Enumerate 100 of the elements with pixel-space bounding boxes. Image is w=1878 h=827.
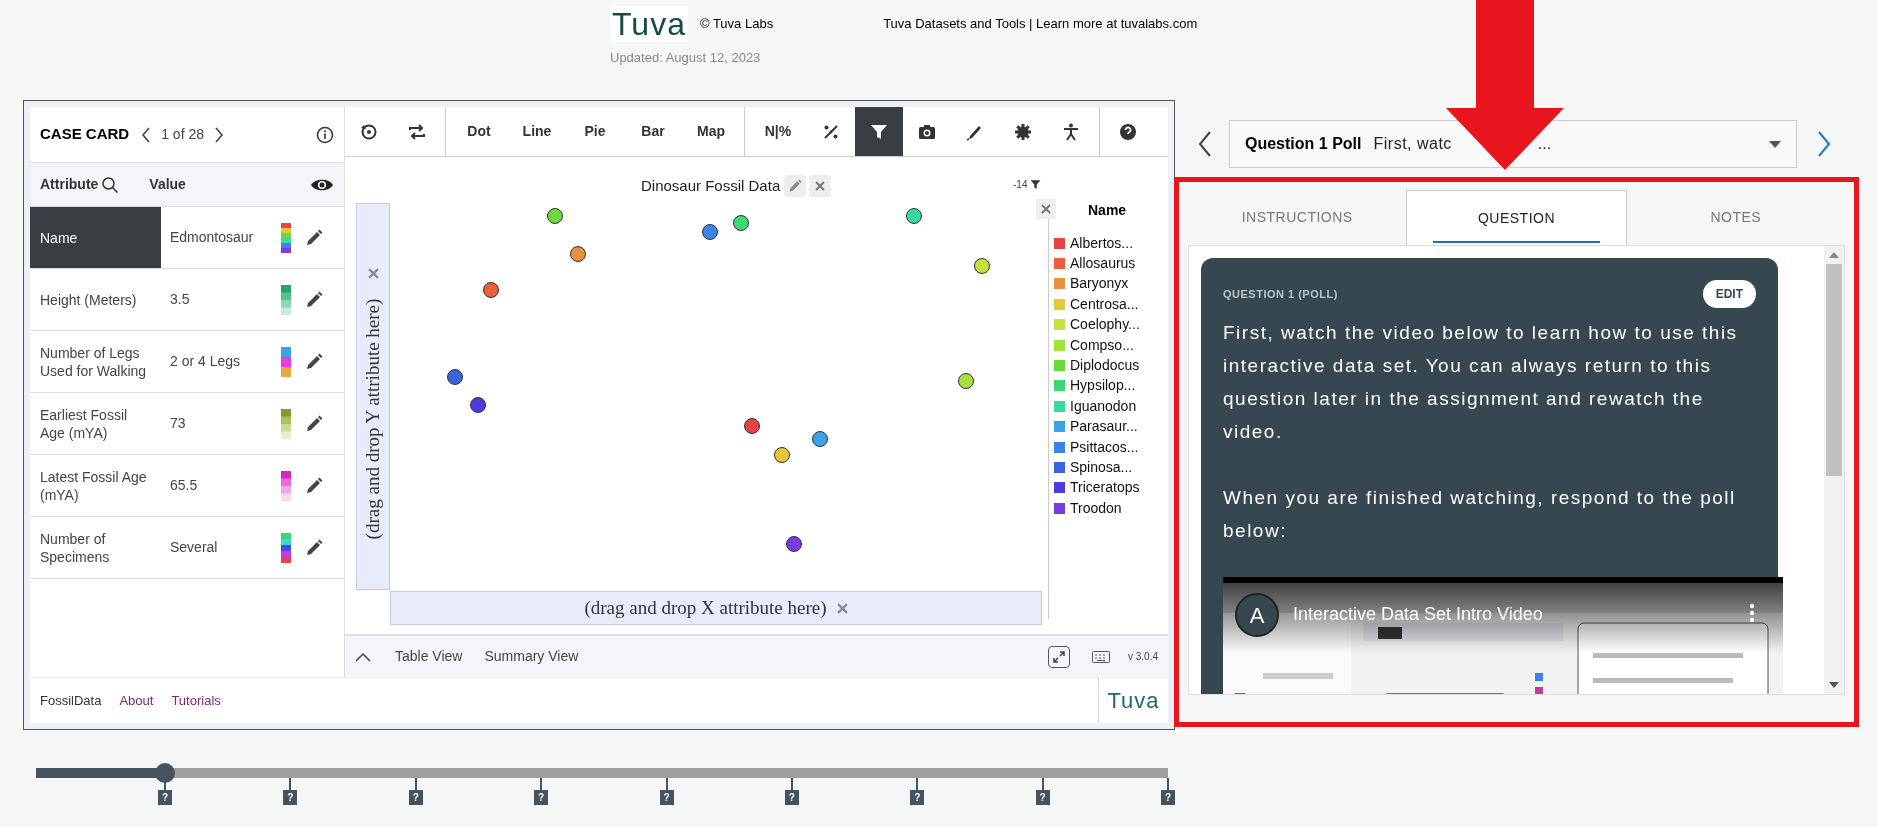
question-heading: QUESTION 1 (POLL) bbox=[1223, 286, 1338, 302]
view-tab[interactable]: Summary View bbox=[484, 646, 579, 667]
case-card-title: CASE CARD bbox=[40, 124, 130, 145]
legend-label[interactable]: Troodon bbox=[1070, 497, 1122, 519]
header-links-text[interactable]: Tuva Datasets and Tools | Learn more at tuvalabs.com bbox=[883, 14, 1198, 34]
question-marker[interactable]: ? bbox=[784, 790, 799, 805]
filter-button[interactable] bbox=[855, 107, 903, 156]
y-drop-zone[interactable]: (drag and drop Y attribute here) bbox=[356, 203, 390, 590]
panel-tab[interactable]: QUESTION bbox=[1406, 190, 1627, 245]
close-button[interactable] bbox=[1036, 199, 1056, 219]
question-marker[interactable]: ? bbox=[910, 790, 925, 805]
pencil-icon[interactable] bbox=[305, 538, 323, 557]
question-marker[interactable]: ? bbox=[534, 790, 549, 805]
question-marker[interactable]: ? bbox=[283, 790, 298, 805]
attribute-cell[interactable]: Latest Fossil Age (mYA) bbox=[30, 455, 161, 516]
question-summary: First, watc bbox=[1373, 134, 1452, 154]
legend-label[interactable]: Albertos... bbox=[1070, 232, 1134, 254]
filter-icon[interactable] bbox=[1030, 179, 1042, 190]
more-icon[interactable] bbox=[1749, 603, 1755, 623]
close-button[interactable] bbox=[809, 175, 832, 198]
chevron-left-icon[interactable] bbox=[141, 126, 152, 143]
updated-date: Updated: August 12, 2023 bbox=[610, 49, 761, 67]
legend-label[interactable]: Coelophy... bbox=[1070, 314, 1140, 336]
close-icon[interactable] bbox=[368, 268, 379, 279]
question-marker[interactable]: ? bbox=[158, 790, 173, 805]
close-icon[interactable] bbox=[836, 602, 848, 614]
copyright-text: © Tuva Labs bbox=[699, 15, 774, 34]
legend-label[interactable]: Parasaur... bbox=[1070, 416, 1138, 438]
expand-button[interactable] bbox=[1047, 645, 1070, 668]
legend-label[interactable]: Allosaurus bbox=[1070, 253, 1136, 275]
color-scale-icon bbox=[281, 222, 291, 253]
question-dropdown[interactable]: Question 1 Poll First, watc ... bbox=[1229, 120, 1797, 168]
legend-label[interactable]: Iguanodon bbox=[1070, 395, 1137, 417]
legend-label[interactable]: Triceratops bbox=[1070, 477, 1140, 499]
scroll-up-icon[interactable] bbox=[1829, 252, 1839, 258]
dataset-name: FossilData bbox=[40, 691, 102, 710]
help-icon bbox=[1119, 122, 1137, 141]
legend-label[interactable]: Psittacos... bbox=[1070, 436, 1139, 458]
question-text: First, watch the video below to learn how to use this interactive data set. You can always return to this question later in the assignment and rewatch the video. bbox=[1223, 321, 1739, 444]
attribute-cell[interactable]: Height (Meters) bbox=[30, 269, 161, 330]
pencil-icon[interactable] bbox=[305, 352, 323, 371]
chevron-left-icon[interactable] bbox=[1198, 131, 1212, 157]
caret-icon bbox=[1769, 140, 1781, 148]
search-icon[interactable] bbox=[101, 175, 120, 194]
chevron-right-icon[interactable] bbox=[1817, 131, 1831, 157]
edit-title-button[interactable] bbox=[784, 175, 807, 198]
color-scale-icon bbox=[281, 470, 291, 501]
x-drop-zone[interactable]: (drag and drop X attribute here) bbox=[390, 591, 1042, 625]
panel-tab[interactable]: NOTES bbox=[1626, 190, 1845, 245]
close-icon bbox=[815, 181, 826, 192]
color-scale-icon bbox=[281, 284, 291, 315]
progress-handle[interactable] bbox=[155, 763, 176, 783]
tuva-logo: Tuva bbox=[610, 6, 688, 42]
info-icon[interactable] bbox=[316, 125, 334, 144]
chevron-up-icon[interactable] bbox=[355, 651, 371, 662]
question-marker[interactable]: ? bbox=[408, 790, 423, 805]
pencil-icon[interactable] bbox=[305, 228, 323, 247]
legend-label[interactable]: Hypsilop... bbox=[1070, 375, 1136, 397]
attribute-cell[interactable]: Earliest Fossil Age (mYA) bbox=[30, 393, 161, 454]
chevron-right-icon[interactable] bbox=[214, 126, 224, 143]
value-cell-text: Several bbox=[170, 538, 219, 557]
close-icon bbox=[1041, 204, 1051, 214]
attribute-cell[interactable]: Number of Specimens bbox=[30, 517, 161, 578]
color-scale-icon bbox=[281, 532, 291, 563]
edit-button[interactable]: EDIT bbox=[1702, 280, 1756, 308]
percent-icon bbox=[822, 122, 840, 141]
value-cell-text: Edmontosaur bbox=[170, 228, 255, 247]
attribute-cell[interactable]: Name bbox=[30, 207, 161, 268]
question-marker[interactable]: ? bbox=[1161, 790, 1175, 805]
attribute-cell[interactable]: Number of Legs Used for Walking bbox=[30, 331, 161, 392]
pencil-icon[interactable] bbox=[305, 290, 323, 309]
chart-title[interactable]: Dinosaur Fossil Data bbox=[641, 175, 781, 198]
value-cell-text: 65.5 bbox=[170, 476, 199, 495]
settings-icon bbox=[1014, 122, 1032, 141]
panel-tab[interactable]: INSTRUCTIONS bbox=[1188, 190, 1407, 245]
legend-label[interactable]: Centrosa... bbox=[1070, 293, 1139, 315]
question-marker[interactable]: ? bbox=[659, 790, 674, 805]
video-player[interactable]: A Interactive Data Set Intro Video bbox=[1223, 577, 1783, 694]
camera-icon bbox=[918, 122, 936, 141]
legend-label[interactable]: Diplodocus bbox=[1070, 355, 1140, 377]
drop-hint: (drag and drop X attribute here) bbox=[584, 595, 827, 620]
view-tab[interactable]: Table View bbox=[395, 646, 463, 667]
footer-link[interactable]: Tutorials bbox=[171, 690, 221, 711]
legend-label[interactable]: Spinosa... bbox=[1070, 457, 1133, 478]
legend-label[interactable]: Baryonyx bbox=[1070, 273, 1129, 295]
scroll-down-icon[interactable] bbox=[1829, 682, 1839, 688]
question-marker[interactable]: ? bbox=[1035, 790, 1050, 805]
version-label: v 3.0.4 bbox=[1127, 650, 1158, 664]
case-position: 1 of 28 bbox=[161, 125, 204, 144]
pencil-icon[interactable] bbox=[305, 414, 323, 433]
progress-track[interactable] bbox=[36, 768, 1168, 778]
scrollbar[interactable] bbox=[1824, 246, 1844, 694]
question-text: When you are finished watching, respond to the poll below: bbox=[1223, 486, 1737, 543]
footer-link[interactable]: About bbox=[119, 690, 154, 711]
filter-icon bbox=[870, 122, 888, 141]
keyboard-icon[interactable] bbox=[1091, 650, 1110, 663]
legend-label[interactable]: Compso... bbox=[1070, 334, 1134, 356]
pencil-icon[interactable] bbox=[305, 476, 323, 495]
color-scale-icon bbox=[281, 408, 291, 439]
expand-icon bbox=[1051, 649, 1066, 664]
